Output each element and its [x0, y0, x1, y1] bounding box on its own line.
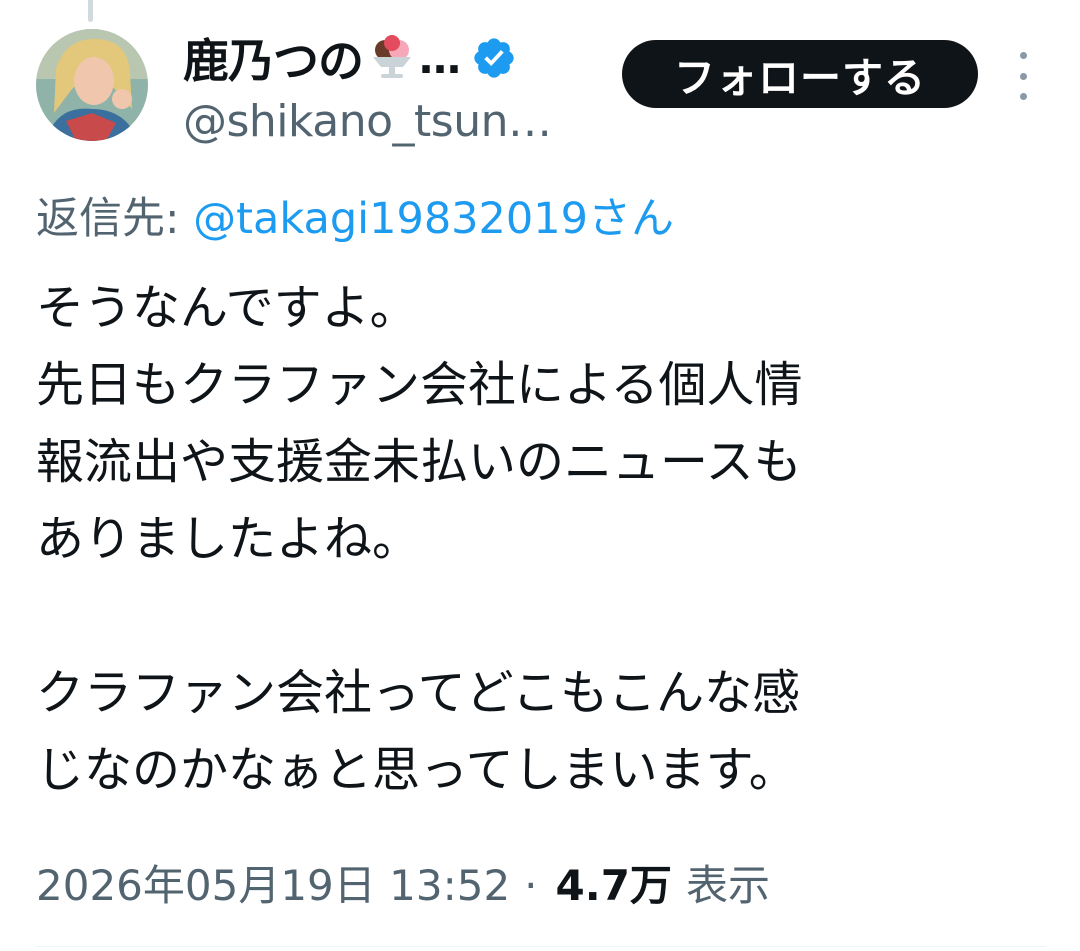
tweet-meta: 2026年05月19日 13:52 · 4.7万 表示: [36, 852, 770, 913]
view-count: 4.7万: [555, 861, 672, 910]
meta-separator: ·: [524, 861, 538, 910]
follow-button[interactable]: フォローする: [622, 40, 978, 108]
verified-badge-icon: [471, 35, 517, 81]
divider: [36, 946, 1046, 947]
avatar[interactable]: [36, 29, 148, 141]
reply-prefix: 返信先:: [36, 194, 194, 244]
view-count-label: 表示: [685, 861, 770, 910]
more-dot: [1019, 93, 1027, 100]
thread-connector-line: [88, 0, 93, 22]
more-dot: [1019, 52, 1027, 59]
reply-mention-link[interactable]: @takagi19832019さん: [193, 194, 674, 244]
more-dot: [1019, 72, 1027, 80]
author-display-name[interactable]: 鹿乃つの: [183, 25, 364, 91]
author-name-row[interactable]: 鹿乃つの …: [183, 28, 517, 88]
reply-to-line: 返信先: @takagi19832019さん: [36, 184, 674, 246]
tweet-timestamp[interactable]: 2026年05月19日 13:52: [36, 852, 510, 913]
ice-cream-sundae-icon: [367, 33, 417, 83]
author-handle[interactable]: @shikano_tsun…: [183, 96, 552, 147]
tweet-text: そうなんですよ。 先日もクラファン会社による個人情 報流出や支援金未払いのニュー…: [36, 280, 803, 798]
name-truncation-ellipsis: …: [419, 33, 461, 83]
more-vertical-icon[interactable]: [1008, 52, 1038, 100]
